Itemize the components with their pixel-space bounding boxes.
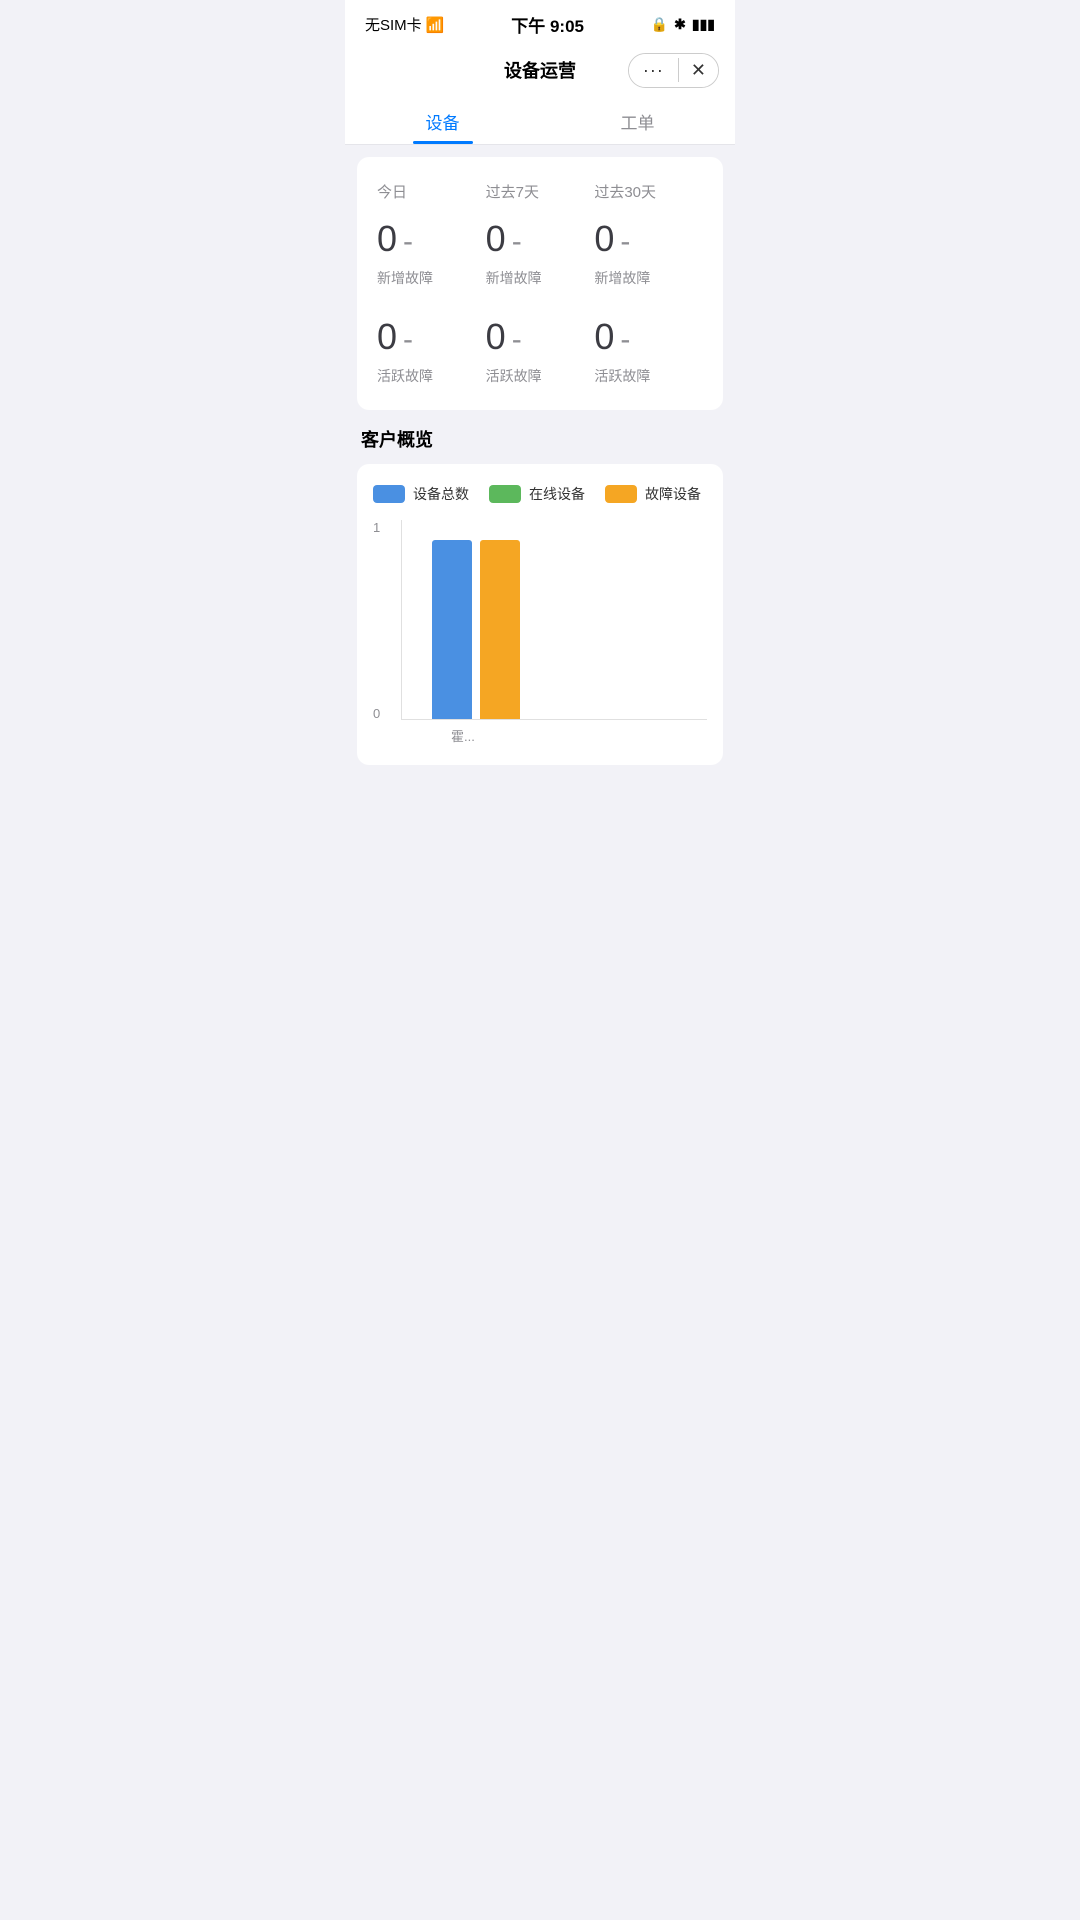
header-30days: 过去30天 (594, 181, 703, 202)
nav-action-group: ··· ✕ (628, 53, 719, 88)
bluetooth-icon: ✱ (674, 16, 686, 33)
main-content: 今日 过去7天 过去30天 0 - 0 - 0 - 新增故障 新增故障 新增故障 (345, 145, 735, 777)
chart-card: 设备总数 在线设备 故障设备 1 0 (357, 464, 723, 765)
active-fault-7days: 0 - (486, 316, 595, 358)
new-fault-label-2: 新增故障 (594, 268, 703, 288)
status-bar: 无SIM卡 📶 下午 9:05 🔒 ✱ ▮▮▮ (345, 0, 735, 45)
active-fault-today: 0 - (377, 316, 486, 358)
nav-bar: 设备运营 ··· ✕ (345, 45, 735, 95)
status-time: 下午 9:05 (511, 12, 584, 37)
bars-group (432, 520, 520, 719)
legend-online-devices: 在线设备 (489, 484, 585, 504)
header-today: 今日 (377, 181, 486, 202)
lock-icon: 🔒 (651, 16, 668, 33)
legend-color-blue (373, 485, 405, 503)
tab-device[interactable]: 设备 (345, 95, 540, 144)
battery-icon: ▮▮▮ (692, 16, 715, 33)
status-left: 无SIM卡 📶 (365, 14, 445, 35)
page-title: 设备运营 (504, 57, 576, 83)
close-button[interactable]: ✕ (679, 54, 718, 87)
stats-card: 今日 过去7天 过去30天 0 - 0 - 0 - 新增故障 新增故障 新增故障 (357, 157, 723, 410)
active-fault-30days: 0 - (594, 316, 703, 358)
y-label-max: 1 (373, 520, 380, 535)
active-fault-values-row: 0 - 0 - 0 - (377, 316, 703, 358)
new-fault-label-0: 新增故障 (377, 268, 486, 288)
chart-inner (401, 520, 707, 720)
new-fault-30days: 0 - (594, 218, 703, 260)
new-fault-label-1: 新增故障 (486, 268, 595, 288)
chart-legend: 设备总数 在线设备 故障设备 (373, 484, 707, 504)
y-label-min: 0 (373, 706, 380, 721)
bar-total-devices (432, 540, 472, 719)
active-fault-label-1: 活跃故障 (486, 366, 595, 386)
legend-fault-devices: 故障设备 (605, 484, 701, 504)
stats-headers: 今日 过去7天 过去30天 (377, 181, 703, 202)
new-fault-7days: 0 - (486, 218, 595, 260)
legend-color-orange (605, 485, 637, 503)
legend-color-green (489, 485, 521, 503)
chart-wrapper: 1 0 霍... (373, 520, 707, 745)
new-fault-labels: 新增故障 新增故障 新增故障 (377, 268, 703, 288)
active-fault-labels: 活跃故障 活跃故障 活跃故障 (377, 366, 703, 386)
more-options-button[interactable]: ··· (629, 54, 678, 87)
status-icons: 🔒 ✱ ▮▮▮ (651, 16, 715, 33)
section-title-customer: 客户概览 (357, 426, 723, 452)
new-fault-today: 0 - (377, 218, 486, 260)
x-label: 霍... (401, 726, 707, 745)
tab-bar: 设备 工单 (345, 95, 735, 145)
legend-total-devices: 设备总数 (373, 484, 469, 504)
header-7days: 过去7天 (486, 181, 595, 202)
new-fault-values-row: 0 - 0 - 0 - (377, 218, 703, 260)
customer-overview-section: 客户概览 设备总数 在线设备 故障设备 1 (357, 426, 723, 765)
tab-workorder[interactable]: 工单 (540, 95, 735, 144)
bar-fault-devices (480, 540, 520, 719)
active-fault-label-2: 活跃故障 (594, 366, 703, 386)
active-fault-label-0: 活跃故障 (377, 366, 486, 386)
